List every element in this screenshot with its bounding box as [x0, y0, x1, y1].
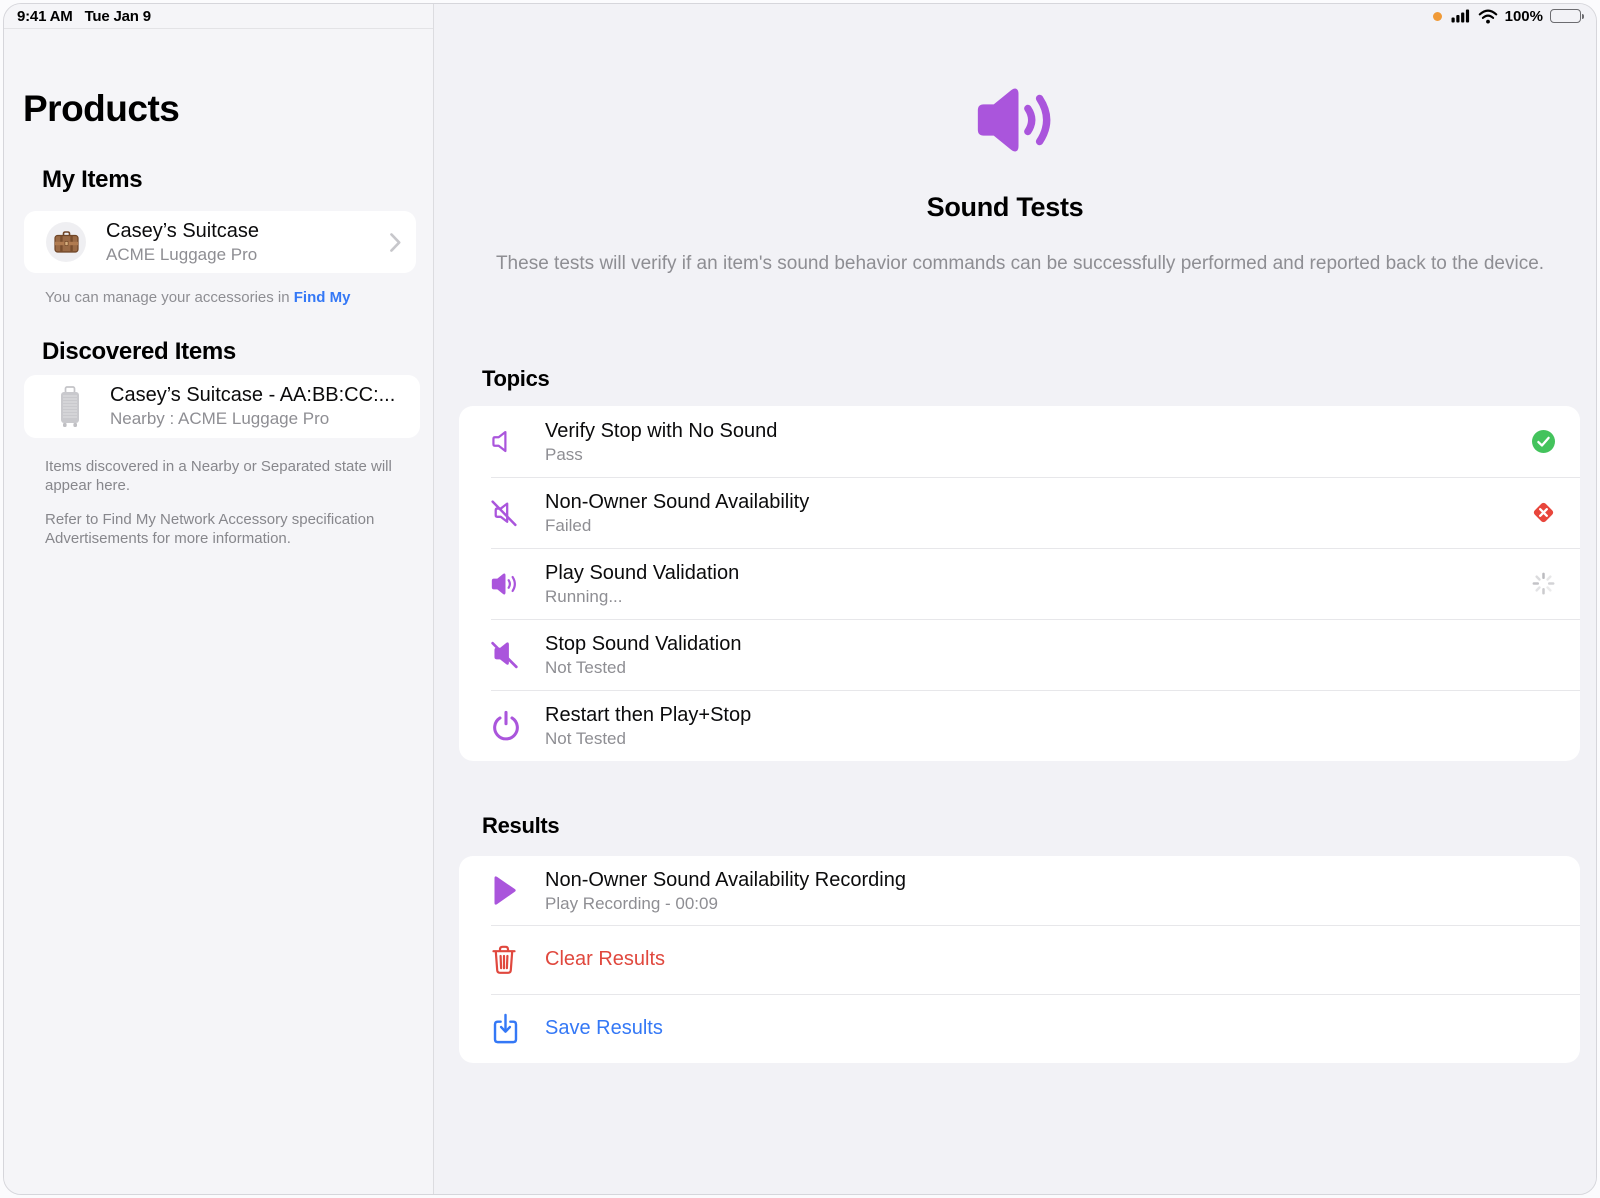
status-bar: 9:41 AM Tue Jan 9 100%: [4, 4, 1596, 28]
speaker-wave-fill-icon: [489, 571, 537, 597]
battery-icon: [1550, 9, 1584, 23]
chevron-right-icon: [390, 232, 401, 252]
topic-row-play-sound[interactable]: Play Sound Validation Running...: [459, 548, 1580, 619]
topic-title: Restart then Play+Stop: [545, 703, 752, 726]
topic-title: Stop Sound Validation: [545, 632, 742, 655]
topic-row-non-owner[interactable]: Non-Owner Sound Availability Failed: [459, 477, 1580, 548]
topic-title: Play Sound Validation: [545, 561, 740, 584]
download-icon: [489, 1010, 537, 1048]
topic-status-text: Running...: [545, 586, 623, 606]
discovered-items-header: Discovered Items: [42, 338, 236, 365]
speaker-slash-outline-icon: [489, 498, 537, 528]
recording-row[interactable]: Non-Owner Sound Availability Recording P…: [459, 856, 1580, 925]
topic-title: Non-Owner Sound Availability: [545, 490, 810, 513]
my-item-subtitle: ACME Luggage Pro: [106, 244, 258, 264]
clear-results-label: Clear Results: [545, 948, 666, 970]
discovered-item-title: Casey’s Suitcase - AA:BB:CC:...: [110, 384, 396, 406]
status-date: Tue Jan 9: [84, 7, 151, 25]
status-running-spinner: [1528, 571, 1558, 596]
topic-status-text: Failed: [545, 515, 592, 535]
main-description: These tests will verify if an item's sou…: [495, 253, 1545, 274]
discovered-item-row[interactable]: Casey’s Suitcase - AA:BB:CC:... Nearby :…: [24, 375, 420, 438]
recording-subtitle: Play Recording - 00:09: [545, 893, 718, 913]
ipad-screen: 9:41 AM Tue Jan 9 100% Products My Items…: [0, 0, 1600, 1198]
status-pass-icon: [1528, 430, 1558, 453]
status-failed-icon: [1528, 498, 1558, 527]
clear-results-button[interactable]: Clear Results: [459, 925, 1580, 994]
recording-indicator-dot: [1432, 11, 1442, 21]
trash-icon: [489, 942, 537, 978]
main-title: Sound Tests: [926, 192, 1084, 222]
main-panel: Sound Tests These tests will verify if a…: [434, 4, 1596, 1194]
my-items-header: My Items: [42, 166, 143, 193]
topics-header: Topics: [482, 366, 550, 391]
status-time: 9:41 AM: [17, 7, 73, 25]
topic-status-text: Pass: [545, 444, 583, 464]
page-title: Products: [23, 88, 180, 129]
rolling-luggage-icon: [61, 385, 79, 427]
speaker-wave-icon: [977, 88, 1051, 152]
topic-title: Verify Stop with No Sound: [545, 419, 778, 442]
power-icon: [489, 709, 537, 743]
cellular-signal-icon: [1451, 9, 1469, 23]
topics-card: Verify Stop with No Sound Pass Non-Owner…: [459, 406, 1580, 761]
topic-row-verify-stop[interactable]: Verify Stop with No Sound Pass: [459, 406, 1580, 477]
wifi-icon: [1478, 9, 1497, 23]
topic-row-restart[interactable]: Restart then Play+Stop Not Tested: [459, 690, 1580, 761]
my-item-title: Casey’s Suitcase: [106, 219, 260, 242]
status-indicators: 100%: [1432, 7, 1584, 25]
discovered-footnote-1: Items discovered in a Nearby or Separate…: [45, 458, 392, 494]
topic-row-stop-sound[interactable]: Stop Sound Validation Not Tested: [459, 619, 1580, 690]
speaker-outline-icon: [489, 427, 537, 456]
save-results-button[interactable]: Save Results: [459, 994, 1580, 1063]
status-time-date: 9:41 AM Tue Jan 9: [17, 8, 151, 25]
results-header: Results: [482, 813, 560, 838]
play-icon: [489, 872, 537, 909]
speaker-slash-fill-icon: [489, 639, 537, 670]
note-text: You can manage your accessories in: [45, 289, 294, 306]
discovered-footnote-2: Refer to Find My Network Accessory speci…: [45, 511, 375, 547]
discovered-item-subtitle: Nearby : ACME Luggage Pro: [110, 409, 330, 428]
my-item-row[interactable]: Casey’s Suitcase ACME Luggage Pro: [24, 211, 416, 273]
topic-status-text: Not Tested: [545, 728, 626, 748]
sidebar: Products My Items Casey’s Suitcase ACME …: [4, 4, 434, 1194]
find-my-link[interactable]: Find My: [294, 289, 351, 306]
battery-percent: 100%: [1504, 7, 1543, 25]
suitcase-emoji-icon: [46, 222, 86, 262]
app-window: 9:41 AM Tue Jan 9 100% Products My Items…: [3, 3, 1597, 1195]
save-results-label: Save Results: [545, 1017, 663, 1039]
results-card: Non-Owner Sound Availability Recording P…: [459, 856, 1580, 1063]
topic-status-text: Not Tested: [545, 657, 626, 677]
manage-accessories-note: You can manage your accessories in Find …: [45, 289, 350, 306]
recording-title: Non-Owner Sound Availability Recording: [545, 868, 906, 891]
